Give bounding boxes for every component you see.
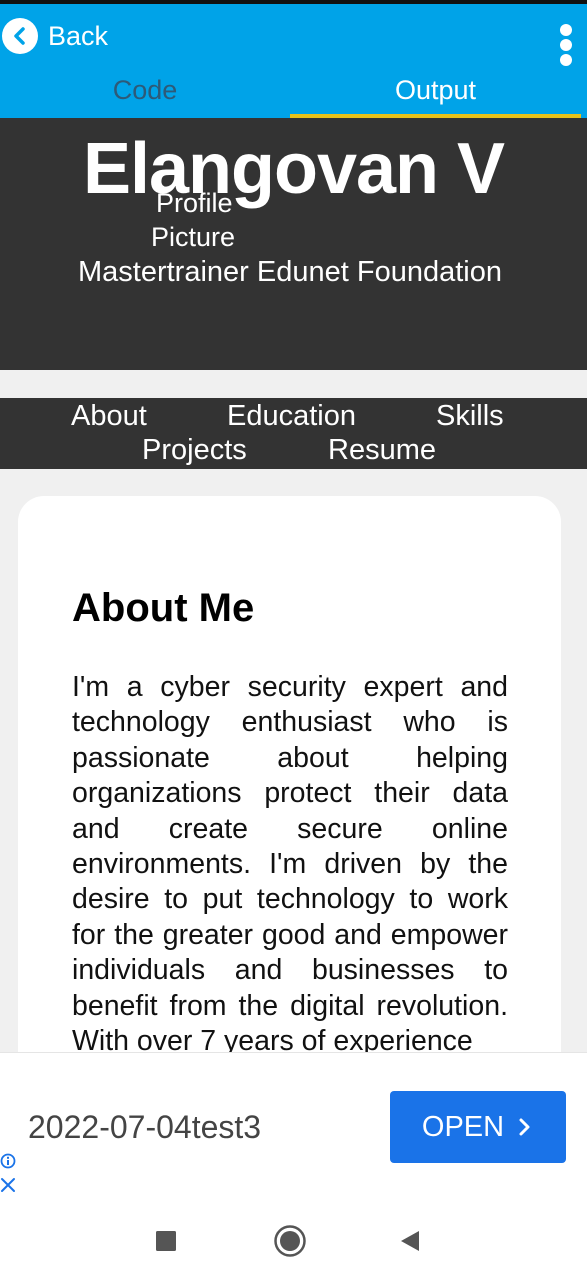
about-title: About Me [72,586,255,630]
ad-text: 2022-07-04test3 [28,1109,262,1145]
nav-projects[interactable]: Projects [142,434,247,467]
triangle-back-icon[interactable] [399,1229,421,1253]
system-nav-bar [0,1200,587,1280]
nav-education[interactable]: Education [227,400,356,433]
nav-resume[interactable]: Resume [328,434,436,467]
ad-open-label: OPEN [421,1110,505,1143]
back-button[interactable]: Back [0,16,108,56]
section-nav: About Education Skills Projects Resume [0,398,587,469]
profile-name: Elangovan V [82,129,505,209]
profile-header: Elangovan V Profile Picture Mastertraine… [0,118,587,370]
close-icon[interactable] [0,1177,16,1193]
profile-picture-alt-line1: Profile [156,188,233,218]
ad-banner: 2022-07-04test3 OPEN [0,1052,587,1201]
info-icon[interactable] [0,1153,16,1169]
tab-output[interactable]: Output [290,64,581,116]
job-title: Mastertrainer Edunet Foundation [78,256,502,288]
back-label: Back [48,20,109,51]
about-text: I'm a cyber security expert and technolo… [72,671,508,1058]
nav-skills[interactable]: Skills [436,400,504,433]
nav-about[interactable]: About [71,400,147,433]
more-vert-icon[interactable] [559,24,573,66]
square-icon[interactable] [155,1230,177,1252]
app-toolbar: Back Code Output [0,4,587,118]
profile-picture-alt-line2: Picture [151,222,236,252]
about-section: About Me I'm a cyber security expert and… [18,496,561,1116]
ad-open-button[interactable]: OPEN [390,1091,566,1163]
circle-icon[interactable] [273,1224,307,1258]
tab-code[interactable]: Code [0,64,290,116]
chevron-right-icon [519,1118,530,1136]
chevron-left-icon [2,18,38,54]
